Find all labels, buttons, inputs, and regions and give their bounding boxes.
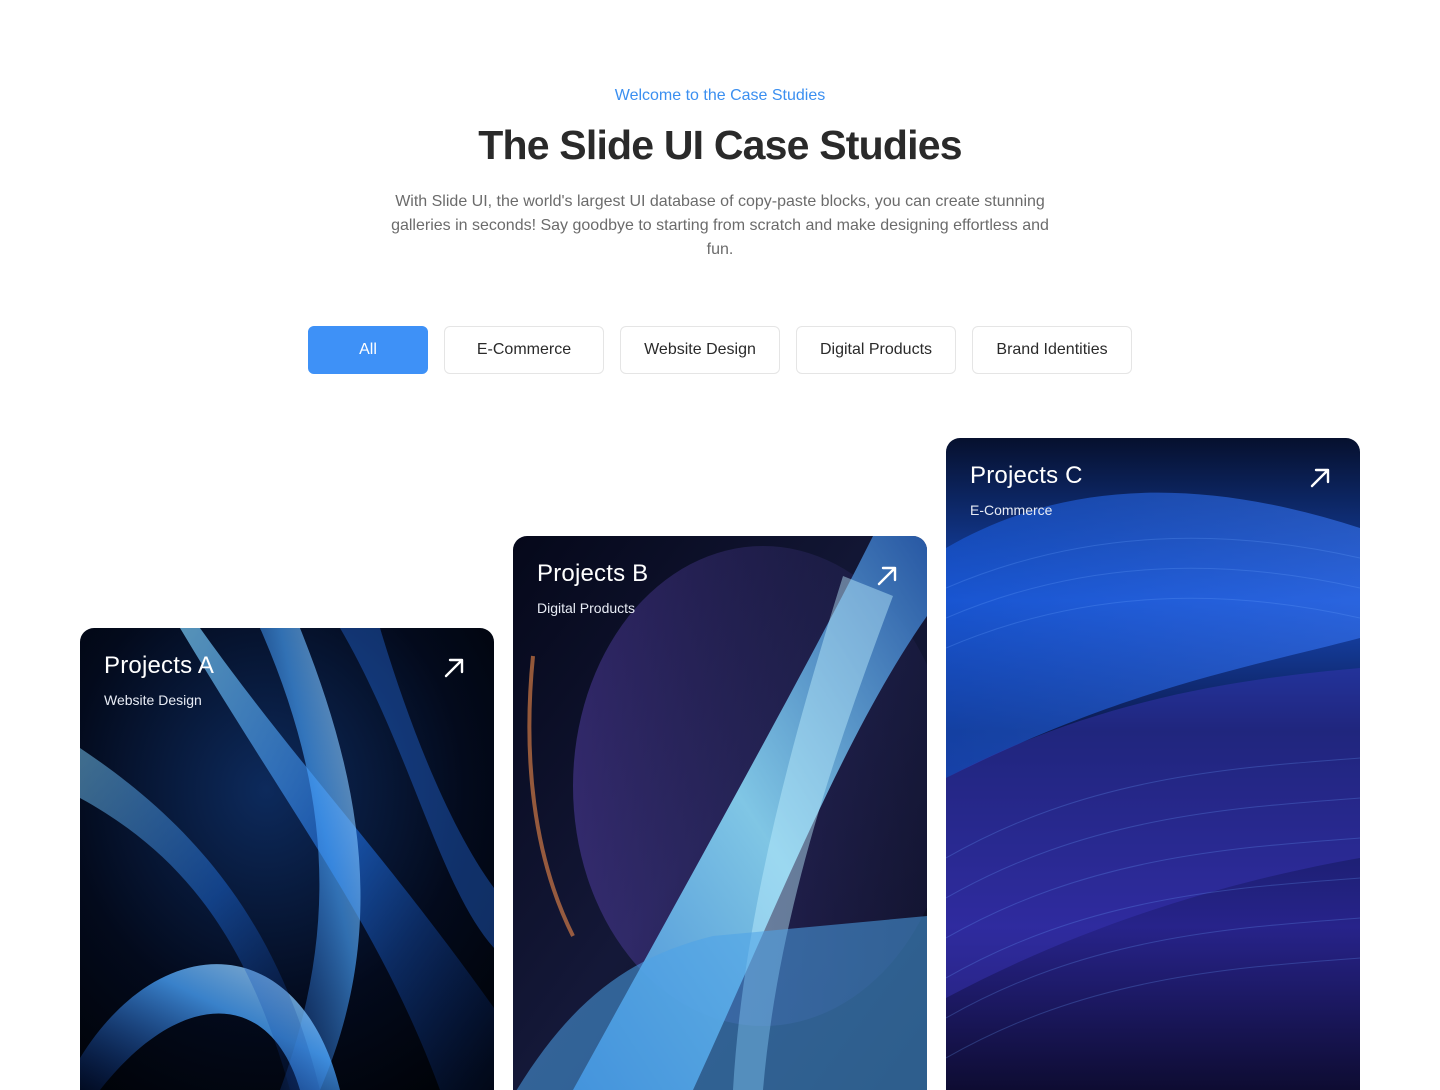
project-card-a[interactable]: Projects A Website Design [80,628,494,1090]
filter-all-button[interactable]: All [308,326,428,374]
card-title: Projects C [970,462,1083,489]
card-category: Digital Products [537,600,636,616]
arrow-up-right-icon[interactable] [442,656,466,680]
project-card-c[interactable]: Projects C E-Commerce [946,438,1360,1090]
card-title: Projects B [537,560,649,587]
page-description: With Slide UI, the world's largest UI da… [391,193,1049,258]
card-category: Website Design [104,692,202,708]
eyebrow-text: Welcome to the Case Studies [614,87,826,104]
project-card-b[interactable]: Projects B Digital Products [513,536,927,1090]
card-category: E-Commerce [970,502,1053,518]
page-title: The Slide UI Case Studies [478,122,962,168]
project-c-artwork [946,438,1360,1090]
filter-digital-products-button[interactable]: Digital Products [796,326,956,374]
filter-website-design-button[interactable]: Website Design [620,326,780,374]
arrow-up-right-icon[interactable] [875,564,899,588]
arrow-up-right-icon[interactable] [1308,466,1332,490]
case-studies-page: Welcome to the Case Studies The Slide UI… [0,0,1440,1090]
filter-tabs: All E-Commerce Website Design Digital Pr… [308,326,1132,374]
filter-brand-identities-button[interactable]: Brand Identities [972,326,1132,374]
card-title: Projects A [104,652,215,679]
project-b-artwork [513,536,927,1090]
filter-ecommerce-button[interactable]: E-Commerce [444,326,604,374]
